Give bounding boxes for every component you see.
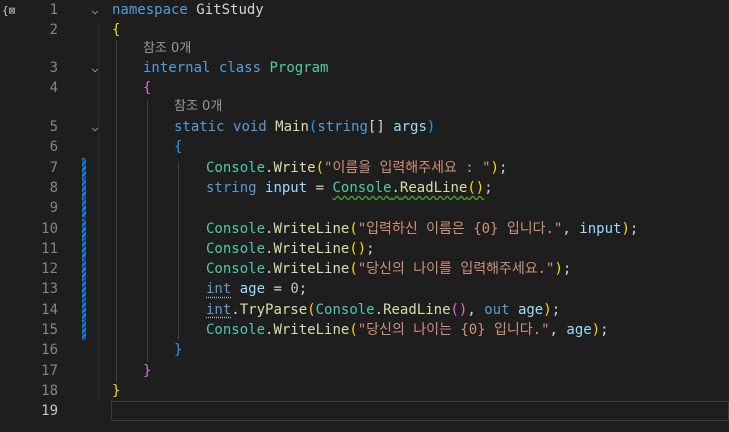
type-name: Console bbox=[206, 240, 266, 257]
line-number: 5 bbox=[49, 119, 58, 135]
keyword: static bbox=[174, 119, 225, 135]
fold-chevron-icon[interactable]: ⌵ bbox=[88, 58, 102, 78]
code-line-1[interactable]: 1 ⌵ namespace GitStudy bbox=[0, 0, 729, 20]
type-name: Console bbox=[206, 261, 266, 278]
variable: input bbox=[265, 179, 308, 196]
code-line-14[interactable]: 14 int.TryParse(Console.ReadLine(), out … bbox=[0, 299, 729, 320]
codelens-references[interactable]: 참조 0개 bbox=[0, 96, 729, 116]
number-literal: 0 bbox=[290, 281, 299, 298]
keyword: int bbox=[206, 301, 232, 318]
line-number: 19 bbox=[41, 403, 58, 420]
line-number: 18 bbox=[41, 382, 58, 399]
variable: input bbox=[579, 220, 622, 237]
type-name: Console bbox=[206, 220, 266, 237]
keyword: namespace bbox=[112, 2, 188, 18]
keyword: string bbox=[317, 119, 368, 135]
keyword: int bbox=[206, 281, 232, 298]
line-number: 7 bbox=[49, 159, 58, 176]
line-number: 11 bbox=[41, 240, 58, 257]
change-marker[interactable] bbox=[82, 279, 86, 300]
line-number: 10 bbox=[41, 220, 58, 237]
reference-count[interactable]: 참조 0개 bbox=[174, 99, 222, 114]
method-name: Main bbox=[275, 119, 309, 135]
method-name: Write bbox=[273, 159, 316, 176]
method-name: ReadLine bbox=[383, 301, 451, 318]
code-line-18[interactable]: 18 } bbox=[0, 381, 729, 401]
line-number: 1 bbox=[49, 2, 58, 18]
change-marker[interactable] bbox=[82, 177, 86, 199]
line-number: 8 bbox=[49, 179, 58, 196]
method-name: TryParse bbox=[239, 301, 308, 318]
line-number: 14 bbox=[41, 301, 58, 318]
parameter: args bbox=[393, 119, 427, 135]
type-name: Console bbox=[315, 301, 375, 318]
variable: age bbox=[566, 322, 592, 338]
code-line-9[interactable]: 9 bbox=[0, 198, 729, 219]
code-line-13[interactable]: 13 int age = 0; bbox=[0, 279, 729, 300]
change-marker[interactable] bbox=[82, 198, 86, 219]
line-number: 13 bbox=[41, 281, 58, 298]
change-marker[interactable] bbox=[82, 299, 86, 320]
code-line-10[interactable]: 10 Console.WriteLine("입력하신 이름은 {0} 입니다."… bbox=[0, 218, 729, 239]
change-marker[interactable] bbox=[82, 157, 86, 178]
code-line-12[interactable]: 12 Console.WriteLine("당신의 나이를 입력해주세요."); bbox=[0, 259, 729, 280]
codelens-references[interactable]: 참조 0개 bbox=[0, 38, 729, 58]
fold-chevron-icon[interactable]: ⌵ bbox=[88, 117, 102, 137]
line-number: 3 bbox=[49, 60, 58, 76]
method-name: WriteLine bbox=[273, 261, 350, 278]
code-line-3[interactable]: 3 ⌵ internal class Program bbox=[0, 58, 729, 78]
code-line-8[interactable]: 8 string input = Console.ReadLine(); bbox=[0, 177, 729, 199]
line-number: 17 bbox=[41, 362, 58, 379]
string-literal: "당신의 나이를 입력해주세요." bbox=[357, 261, 555, 278]
method-name: ReadLine bbox=[399, 179, 468, 196]
code-line-6[interactable]: 6 { bbox=[0, 137, 729, 157]
method-name: WriteLine bbox=[273, 240, 350, 257]
code-editor[interactable]: {⊠ 1 ⌵ namespace GitStudy 2 { 참조 0개 3 ⌵ … bbox=[0, 0, 729, 432]
change-marker[interactable] bbox=[82, 259, 86, 280]
string-literal: "이름을 입력해주세요 : " bbox=[324, 159, 491, 176]
code-line-19[interactable]: 19 bbox=[0, 401, 729, 422]
variable: age bbox=[239, 281, 266, 298]
type-name: Console bbox=[206, 322, 266, 338]
type-name: Console bbox=[206, 159, 266, 176]
code-line-5[interactable]: 5 ⌵ static void Main(string[] args) bbox=[0, 117, 729, 137]
method-name: WriteLine bbox=[273, 322, 350, 338]
change-marker[interactable] bbox=[82, 218, 86, 239]
keyword: class bbox=[218, 60, 262, 76]
code-line-11[interactable]: 11 Console.WriteLine(); bbox=[0, 238, 729, 260]
type-name: Console bbox=[332, 179, 392, 196]
line-number: 12 bbox=[41, 261, 58, 278]
code-line-17[interactable]: 17 } bbox=[0, 361, 729, 381]
code-line-15[interactable]: 15 Console.WriteLine("당신의 나이는 {0} 입니다.",… bbox=[0, 320, 729, 341]
reference-count[interactable]: 참조 0개 bbox=[143, 41, 191, 56]
fold-chevron-icon[interactable]: ⌵ bbox=[88, 0, 102, 20]
keyword: internal bbox=[143, 60, 211, 76]
code-line-7[interactable]: 7 Console.Write("이름을 입력해주세요 : "); bbox=[0, 157, 729, 178]
line-number: 16 bbox=[41, 342, 58, 359]
line-number: 15 bbox=[41, 322, 58, 338]
keyword: string bbox=[206, 179, 257, 196]
keyword: void bbox=[233, 119, 267, 135]
keyword: out bbox=[484, 301, 510, 318]
change-marker[interactable] bbox=[82, 320, 86, 341]
namespace-name: GitStudy bbox=[196, 2, 264, 18]
variable: age bbox=[517, 301, 544, 318]
line-number: 6 bbox=[49, 139, 58, 156]
class-name: Program bbox=[269, 60, 329, 76]
code-line-16[interactable]: 16 } bbox=[0, 340, 729, 360]
change-marker[interactable] bbox=[82, 238, 86, 260]
string-literal: "입력하신 이름은 {0} 입니다." bbox=[357, 220, 563, 237]
string-literal: "당신의 나이는 {0} 입니다." bbox=[357, 322, 550, 338]
line-number: 9 bbox=[49, 200, 58, 217]
method-name: WriteLine bbox=[273, 220, 350, 237]
